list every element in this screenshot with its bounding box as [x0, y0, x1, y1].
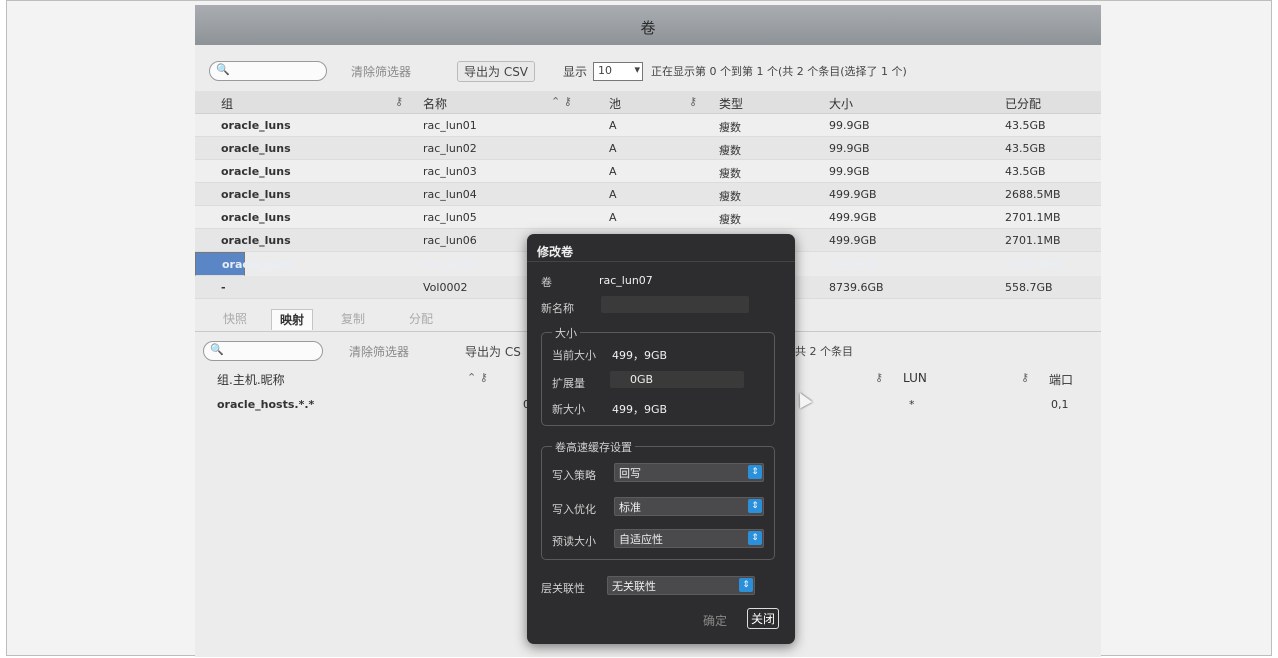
- dropdown-arrow-icon: ⇕: [748, 531, 762, 545]
- table-row-selected[interactable]: oracle_luns rac_lun07 A 瘦数 499.9GB 2789.…: [195, 252, 1062, 276]
- clear-filter-button[interactable]: 清除筛选器: [351, 63, 411, 80]
- show-label: 显示: [563, 65, 588, 79]
- table-row[interactable]: oracle_luns rac_lun05 A 瘦数 499.9GB 2701.…: [195, 206, 1101, 229]
- mapping-status: 共 2 个条目: [795, 345, 853, 358]
- volume-label: 卷: [541, 276, 552, 289]
- table-row[interactable]: oracle_luns rac_lun03 A 瘦数 99.9GB 43.5GB: [195, 160, 1101, 183]
- volume-value: rac_lun07: [599, 274, 653, 287]
- current-size-label: 当前大小: [552, 349, 596, 362]
- expand-by-label: 扩展量: [552, 377, 585, 390]
- current-size-value: 499，9GB: [612, 349, 668, 362]
- mapping-export-csv-button[interactable]: 导出为 CS: [465, 343, 521, 360]
- ok-button[interactable]: 确定: [703, 612, 727, 629]
- write-policy-label: 写入策略: [552, 469, 596, 482]
- col-lun[interactable]: LUN: [903, 371, 927, 385]
- mapping-clear-filter-button[interactable]: 清除筛选器: [349, 343, 409, 360]
- export-csv-button[interactable]: 导出为 CSV: [457, 61, 536, 82]
- photo-frame: 卷 🔍 清除筛选器 导出为 CSV 显示 10 ▾ 正在显示第 0 个到第 1 …: [6, 0, 1272, 657]
- dialog-title: 修改卷: [537, 245, 574, 259]
- read-ahead-label: 预读大小: [552, 535, 596, 548]
- tier-affinity-label: 层关联性: [541, 582, 585, 595]
- dropdown-arrow-icon: ⇕: [748, 465, 762, 479]
- table-row[interactable]: oracle_luns rac_lun02 A 瘦数 99.9GB 43.5GB: [195, 137, 1101, 160]
- tab-replication[interactable]: 复制: [333, 309, 373, 329]
- search-input[interactable]: 🔍: [209, 61, 327, 81]
- col-name[interactable]: 名称: [423, 95, 447, 112]
- tier-affinity-select[interactable]: 无关联性 ⇕: [607, 576, 755, 595]
- window-titlebar: 卷: [195, 5, 1101, 45]
- new-name-label: 新名称: [541, 302, 574, 315]
- volumes-table-header: 组 ⚷ 名称 ⌃ ⚷ 池 ⚷ 类型 大小 已分配: [195, 91, 1101, 114]
- tab-snapshot[interactable]: 快照: [215, 309, 255, 329]
- new-size-label: 新大小: [552, 403, 585, 416]
- col-pool[interactable]: 池: [609, 95, 621, 112]
- cache-settings-group: 卷高速缓存设置 写入策略 回写 ⇕ 写入优化 标准 ⇕ 预读大小 自适应性 ⇕: [541, 439, 775, 560]
- col-group-host-nickname[interactable]: 组.主机.昵称: [217, 371, 285, 388]
- tab-allocation[interactable]: 分配: [401, 309, 441, 329]
- key-icon: ⚷: [689, 95, 698, 108]
- dropdown-arrow-icon: ⇕: [739, 578, 753, 592]
- search-icon: 🔍: [210, 343, 224, 356]
- paging-status: 正在显示第 0 个到第 1 个(共 2 个条目(选择了 1 个): [651, 65, 907, 78]
- sort-asc-icon: ⌃ ⚷: [551, 95, 572, 108]
- col-port[interactable]: 端口: [1049, 371, 1073, 388]
- write-policy-select[interactable]: 回写 ⇕: [614, 463, 764, 482]
- tab-mapping[interactable]: 映射: [271, 309, 314, 330]
- volumes-toolbar: 🔍 清除筛选器 导出为 CSV 显示 10 ▾ 正在显示第 0 个到第 1 个(…: [195, 59, 1101, 85]
- write-optimization-label: 写入优化: [552, 503, 596, 516]
- table-row[interactable]: oracle_luns rac_lun04 A 瘦数 499.9GB 2688.…: [195, 183, 1101, 206]
- divider: [527, 261, 795, 262]
- col-allocated[interactable]: 已分配: [1005, 95, 1041, 112]
- modify-volume-dialog: 修改卷 卷 rac_lun07 新名称 大小 当前大小 499，9GB 扩展量 …: [527, 234, 795, 644]
- read-ahead-select[interactable]: 自适应性 ⇕: [614, 529, 764, 548]
- close-button[interactable]: 关闭: [747, 608, 780, 629]
- key-icon: ⚷: [395, 95, 404, 108]
- window-title: 卷: [640, 19, 656, 37]
- col-size[interactable]: 大小: [829, 95, 853, 112]
- search-icon: 🔍: [216, 63, 230, 76]
- new-size-value: 499，9GB: [612, 403, 668, 416]
- col-group[interactable]: 组: [221, 95, 233, 112]
- col-type[interactable]: 类型: [719, 95, 743, 112]
- table-row[interactable]: oracle_luns rac_lun01 A 瘦数 99.9GB 43.5GB: [195, 114, 1101, 137]
- page-size-select[interactable]: 10 ▾: [593, 62, 643, 81]
- expand-by-input[interactable]: 0GB: [610, 371, 744, 388]
- key-icon: ⚷: [1021, 371, 1030, 384]
- chevron-down-icon: ▾: [634, 63, 640, 76]
- write-optimization-select[interactable]: 标准 ⇕: [614, 497, 764, 516]
- size-group: 大小 当前大小 499，9GB 扩展量 0GB 新大小 499，9GB: [541, 325, 775, 426]
- sort-asc-icon: ⌃ ⚷: [467, 371, 488, 384]
- mapping-search-input[interactable]: 🔍: [203, 341, 323, 361]
- dropdown-arrow-icon: ⇕: [748, 499, 762, 513]
- new-name-input[interactable]: [601, 296, 749, 313]
- key-icon: ⚷: [875, 371, 884, 384]
